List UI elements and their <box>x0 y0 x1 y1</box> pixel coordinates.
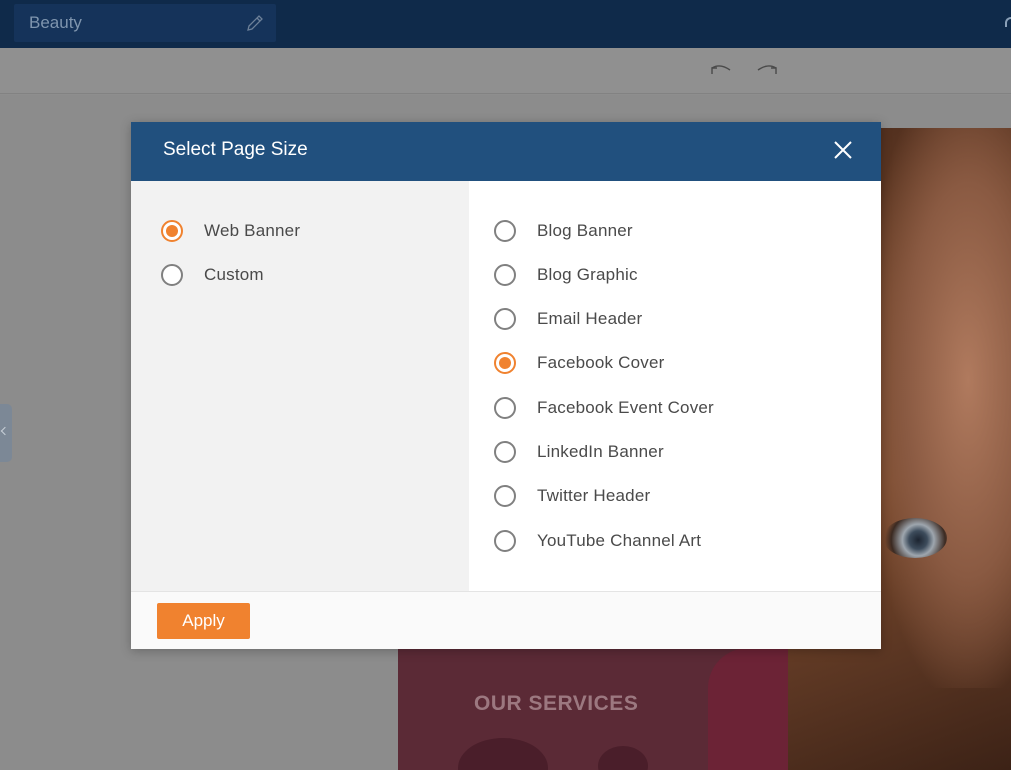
category-list: Web Banner Custom <box>131 181 469 591</box>
category-option-web-banner[interactable]: Web Banner <box>161 218 361 244</box>
size-option-twitter-header[interactable]: Twitter Header <box>494 483 754 509</box>
top-bar: Beauty <box>0 0 1011 48</box>
radio-blog-banner[interactable] <box>494 220 516 242</box>
option-label: Custom <box>204 265 264 284</box>
radio-facebook-cover[interactable] <box>494 352 516 374</box>
account-icon[interactable] <box>1005 17 1011 27</box>
portrait-eye <box>883 518 947 558</box>
size-option-facebook-event-cover[interactable]: Facebook Event Cover <box>494 395 754 421</box>
radio-email-header[interactable] <box>494 308 516 330</box>
document-title: Beauty <box>29 13 82 32</box>
decorative-shape <box>598 746 648 770</box>
option-label: Facebook Event Cover <box>537 398 714 417</box>
option-label: Twitter Header <box>537 486 651 505</box>
dialog-footer: Apply <box>131 591 881 649</box>
document-title-field[interactable]: Beauty <box>14 4 276 42</box>
option-label: Blog Graphic <box>537 265 638 284</box>
decorative-shape <box>458 738 548 770</box>
radio-youtube-channel-art[interactable] <box>494 530 516 552</box>
toolbar <box>0 48 1011 94</box>
option-label: Email Header <box>537 309 643 328</box>
option-label: Web Banner <box>204 221 301 240</box>
radio-linkedin-banner[interactable] <box>494 441 516 463</box>
dialog-header: Select Page Size <box>131 122 881 181</box>
portrait-face <box>868 128 1011 688</box>
option-label: YouTube Channel Art <box>537 531 702 550</box>
size-option-facebook-cover[interactable]: Facebook Cover <box>494 350 754 376</box>
page-size-dialog: Select Page Size Web Banner Custom Blog … <box>131 122 881 649</box>
size-option-email-header[interactable]: Email Header <box>494 306 754 332</box>
size-option-blog-banner[interactable]: Blog Banner <box>494 218 754 244</box>
undo-icon[interactable] <box>708 60 734 80</box>
size-option-blog-graphic[interactable]: Blog Graphic <box>494 262 754 288</box>
radio-facebook-event-cover[interactable] <box>494 397 516 419</box>
size-list: Blog Banner Blog Graphic Email Header Fa… <box>469 181 881 591</box>
redo-icon[interactable] <box>754 60 780 80</box>
radio-twitter-header[interactable] <box>494 485 516 507</box>
apply-button[interactable]: Apply <box>157 603 250 639</box>
option-label: LinkedIn Banner <box>537 442 664 461</box>
dialog-title: Select Page Size <box>163 139 308 160</box>
chevron-left-icon <box>0 426 10 436</box>
accent-shape <box>708 648 788 770</box>
side-panel-toggle[interactable] <box>0 404 12 462</box>
option-label: Blog Banner <box>537 221 633 240</box>
category-option-custom[interactable]: Custom <box>161 262 361 288</box>
size-option-linkedin-banner[interactable]: LinkedIn Banner <box>494 439 754 465</box>
radio-blog-graphic[interactable] <box>494 264 516 286</box>
size-option-youtube-channel-art[interactable]: YouTube Channel Art <box>494 528 754 554</box>
option-label: Facebook Cover <box>537 353 665 372</box>
close-icon[interactable] <box>831 138 855 162</box>
services-heading: OUR SERVICES <box>474 692 639 715</box>
radio-custom[interactable] <box>161 264 183 286</box>
radio-web-banner[interactable] <box>161 220 183 242</box>
pencil-icon[interactable] <box>244 12 266 34</box>
